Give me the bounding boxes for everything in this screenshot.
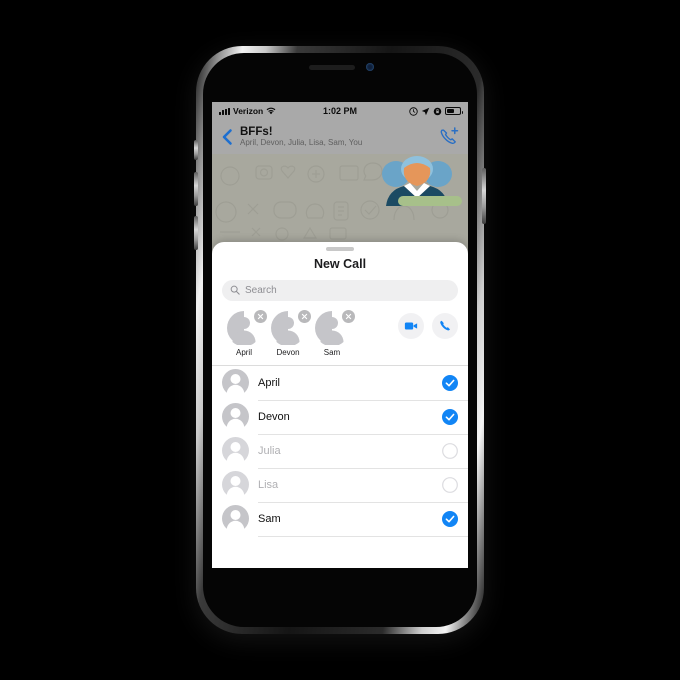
selected-chip-april[interactable]: April: [222, 309, 267, 357]
checkbox-selected-icon[interactable]: [442, 510, 458, 527]
chat-header: BFFs! April, Devon, Julia, Lisa, Sam, Yo…: [212, 120, 468, 154]
front-camera-icon: [366, 63, 374, 71]
checkbox-unselected-icon[interactable]: [442, 476, 458, 493]
volume-up-button[interactable]: [194, 172, 198, 206]
contact-row-april[interactable]: April: [212, 366, 468, 400]
selected-contacts-row: April Devon Sam: [212, 301, 468, 365]
person-avatar-icon: [222, 437, 249, 464]
selected-chip-devon[interactable]: Devon: [266, 309, 311, 357]
chat-bubble: [398, 196, 462, 206]
video-call-button[interactable]: [398, 312, 424, 339]
contact-name: Lisa: [258, 478, 279, 491]
video-camera-icon: [404, 322, 418, 329]
person-avatar-icon: [222, 403, 249, 430]
contact-row-lisa[interactable]: Lisa: [212, 467, 468, 502]
power-button[interactable]: [482, 168, 486, 224]
chat-body: New Call Search April Devon Sam April De…: [212, 154, 468, 568]
chip-label: April: [235, 347, 252, 357]
location-arrow-icon: [421, 107, 430, 115]
battery-icon: [445, 107, 463, 115]
new-call-sheet: New Call Search April Devon Sam April De…: [212, 242, 468, 568]
checkbox-selected-icon[interactable]: [442, 408, 458, 425]
contact-name: Devon: [258, 410, 290, 423]
person-avatar-icon: [222, 471, 249, 498]
status-bar-right: [409, 106, 463, 116]
search-icon: [230, 285, 240, 295]
add-call-icon[interactable]: [438, 126, 460, 148]
chip-label: Sam: [323, 347, 341, 357]
selected-chip-sam[interactable]: Sam: [310, 309, 355, 357]
screenshot-canvas: Verizon 1:02 PM BFFs! April, Devon, Juli…: [0, 0, 680, 680]
search-input[interactable]: Search: [222, 279, 458, 301]
chat-participants: April, Devon, Julia, Lisa, Sam, You: [240, 138, 363, 148]
checkbox-selected-icon[interactable]: [442, 374, 458, 391]
status-bar: Verizon 1:02 PM: [212, 102, 468, 120]
mute-switch[interactable]: [194, 140, 198, 160]
rotation-lock-icon: [433, 107, 442, 115]
search-container: Search: [212, 271, 468, 301]
contact-row-devon[interactable]: Devon: [212, 399, 468, 434]
chip-label: Devon: [276, 347, 300, 357]
contact-row-julia[interactable]: Julia: [212, 433, 468, 468]
audio-call-button[interactable]: [432, 312, 458, 339]
person-avatar-icon: [222, 505, 249, 532]
contact-name: April: [258, 376, 281, 389]
chat-title: BFFs!: [240, 125, 273, 138]
person-avatar-icon: [222, 369, 249, 396]
checkbox-unselected-icon[interactable]: [442, 442, 458, 459]
sheet-empty-area: [212, 536, 468, 568]
contact-row-sam[interactable]: Sam: [212, 501, 468, 536]
contact-name: Sam: [258, 512, 281, 525]
phone-screen: Verizon 1:02 PM BFFs! April, Devon, Juli…: [212, 102, 468, 568]
remove-x-icon[interactable]: [342, 309, 355, 323]
back-chevron-icon[interactable]: [220, 128, 234, 146]
search-placeholder: Search: [245, 284, 277, 296]
contact-name: Julia: [258, 444, 281, 457]
alarm-clock-icon: [409, 106, 418, 116]
chat-title-block[interactable]: BFFs! April, Devon, Julia, Lisa, Sam, Yo…: [240, 126, 362, 148]
sheet-title: New Call: [313, 256, 367, 271]
phone-handset-icon: [440, 320, 450, 330]
call-actions: [398, 311, 458, 339]
contact-list: April Devon Julia Lisa Sam: [212, 364, 468, 537]
volume-down-button[interactable]: [194, 216, 198, 250]
earpiece-speaker: [309, 65, 355, 70]
sheet-grabber[interactable]: [326, 247, 354, 251]
